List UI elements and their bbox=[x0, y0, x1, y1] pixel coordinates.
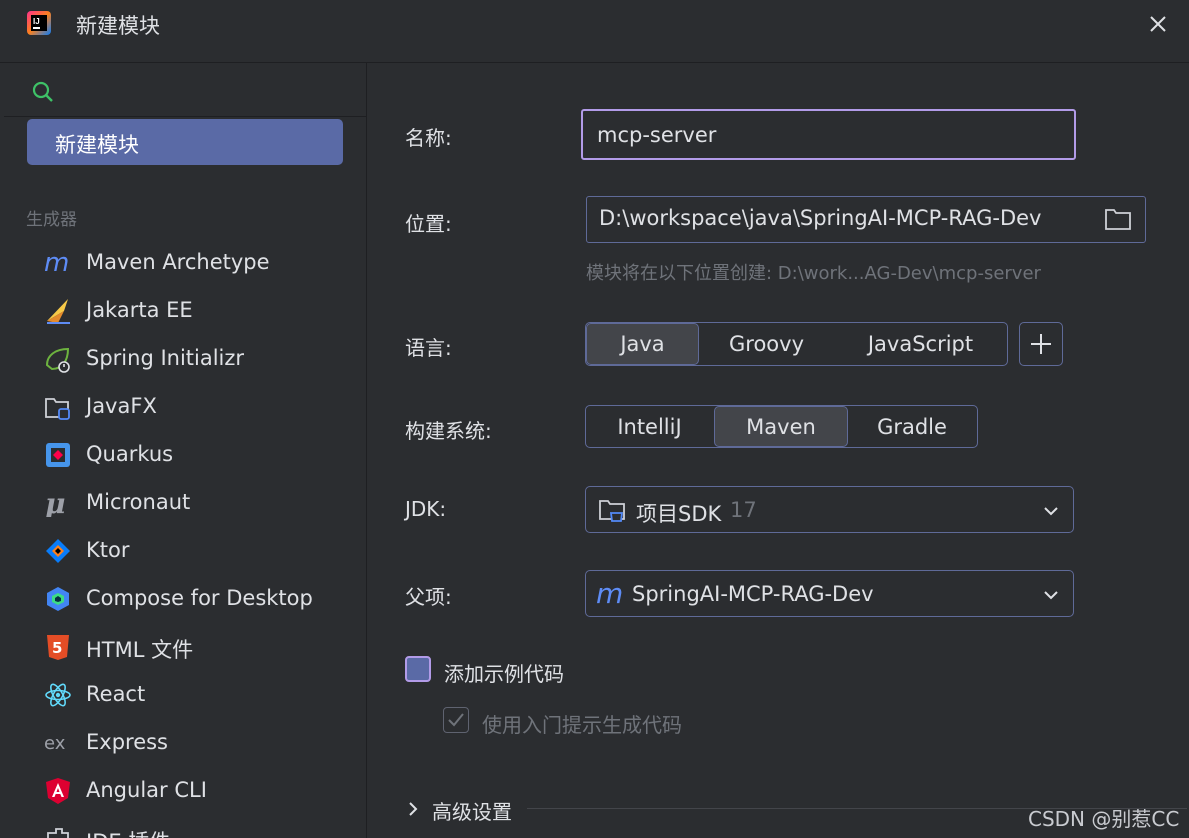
section-label-generators: 生成器 bbox=[26, 210, 77, 230]
sidebar-item-label: Ktor bbox=[86, 538, 130, 562]
react-icon bbox=[45, 683, 71, 707]
intellij-logo-icon: IJ bbox=[27, 11, 51, 35]
plus-icon bbox=[1031, 334, 1051, 354]
title-bar: IJ 新建模块 bbox=[0, 0, 1189, 48]
sidebar-item-spring-initializr[interactable]: Spring Initializr bbox=[44, 343, 364, 375]
folder-icon[interactable] bbox=[1104, 207, 1132, 231]
jdk-value: 项目SDK bbox=[636, 502, 722, 526]
build-option-maven[interactable]: Maven bbox=[714, 406, 848, 447]
location-label: 位置: bbox=[405, 212, 452, 236]
jdk-label: JDK: bbox=[405, 497, 447, 521]
location-value: D:\workspace\java\SpringAI-MCP-RAG-Dev bbox=[599, 206, 1042, 230]
sidebar-item-label: Angular CLI bbox=[86, 778, 207, 802]
onboarding-tips-checkbox[interactable] bbox=[443, 707, 469, 733]
window-title: 新建模块 bbox=[76, 14, 160, 38]
sidebar-item-label: Maven Archetype bbox=[86, 250, 270, 274]
svg-text:μ: μ bbox=[45, 489, 66, 517]
sidebar-item-javafx[interactable]: JavaFX bbox=[44, 391, 364, 423]
language-option-java[interactable]: Java bbox=[586, 323, 699, 365]
angular-icon bbox=[46, 778, 70, 804]
sidebar-item-micronaut[interactable]: μ Micronaut bbox=[44, 487, 364, 519]
svg-text:m: m bbox=[596, 579, 623, 609]
checkmark-icon bbox=[448, 713, 464, 727]
compose-icon bbox=[47, 587, 69, 611]
ktor-icon bbox=[46, 539, 70, 563]
sidebar-item-angular-cli[interactable]: Angular CLI bbox=[44, 775, 364, 807]
spring-icon bbox=[45, 347, 70, 373]
sidebar-item-new-module[interactable]: 新建模块 bbox=[27, 119, 343, 165]
add-language-button[interactable] bbox=[1019, 322, 1063, 366]
chevron-right-icon bbox=[409, 802, 418, 816]
sidebar-item-label: Micronaut bbox=[86, 490, 191, 514]
parent-dropdown[interactable]: m SpringAI-MCP-RAG-Dev bbox=[585, 570, 1074, 617]
jdk-dropdown[interactable]: 项目SDK 17 bbox=[585, 486, 1074, 533]
sidebar-item-label: JavaFX bbox=[86, 394, 157, 418]
sidebar-item-label: HTML 文件 bbox=[86, 638, 194, 662]
build-option-intellij[interactable]: IntelliJ bbox=[586, 406, 714, 447]
sidebar-item-react[interactable]: React bbox=[44, 679, 364, 711]
language-option-javascript[interactable]: JavaScript bbox=[835, 323, 1007, 365]
chevron-down-icon bbox=[1044, 591, 1058, 600]
jdk-version: 17 bbox=[730, 498, 757, 522]
generator-sidebar: 新建模块 生成器 m Maven Archetype Jakarta EE Sp… bbox=[4, 62, 366, 838]
quarkus-icon bbox=[46, 443, 70, 467]
build-option-gradle[interactable]: Gradle bbox=[848, 406, 977, 447]
close-icon[interactable] bbox=[1146, 12, 1170, 36]
module-form: 名称: 位置: D:\workspace\java\SpringAI-MCP-R… bbox=[367, 63, 1189, 838]
name-label: 名称: bbox=[405, 126, 452, 150]
svg-text:5: 5 bbox=[52, 639, 62, 657]
location-hint: 模块将在以下位置创建: D:\work...AG-Dev\mcp-server bbox=[586, 263, 1041, 284]
location-field[interactable]: D:\workspace\java\SpringAI-MCP-RAG-Dev bbox=[586, 196, 1146, 243]
maven-icon: m bbox=[596, 579, 623, 609]
svg-text:m: m bbox=[44, 249, 69, 277]
sidebar-item-label: Express bbox=[86, 730, 169, 754]
sidebar-item-ktor[interactable]: Ktor bbox=[44, 535, 364, 567]
sidebar-item-express[interactable]: ex Express bbox=[44, 727, 364, 759]
add-sample-code-checkbox[interactable] bbox=[405, 656, 431, 682]
add-sample-code-label: 添加示例代码 bbox=[444, 662, 564, 686]
svg-text:IJ: IJ bbox=[33, 17, 40, 26]
sidebar-search[interactable] bbox=[4, 63, 366, 117]
language-option-groovy[interactable]: Groovy bbox=[699, 323, 835, 365]
ide-plugin-icon bbox=[47, 828, 69, 838]
language-segmented-control: Java Groovy JavaScript bbox=[585, 322, 1008, 366]
build-system-label: 构建系统: bbox=[405, 419, 492, 443]
build-system-segmented-control: IntelliJ Maven Gradle bbox=[585, 405, 978, 448]
sidebar-item-label: Jakarta EE bbox=[86, 298, 193, 322]
chevron-down-icon bbox=[1044, 507, 1058, 516]
maven-icon: m bbox=[44, 249, 69, 277]
parent-value: SpringAI-MCP-RAG-Dev bbox=[632, 582, 874, 606]
sidebar-item-jakarta-ee[interactable]: Jakarta EE bbox=[44, 295, 364, 327]
search-icon[interactable] bbox=[30, 79, 56, 105]
micronaut-icon: μ bbox=[45, 489, 66, 517]
sidebar-item-quarkus[interactable]: Quarkus bbox=[44, 439, 364, 471]
sidebar-item-label: Quarkus bbox=[86, 442, 174, 466]
name-input[interactable] bbox=[581, 109, 1076, 160]
jakarta-ee-icon bbox=[47, 299, 70, 324]
express-icon: ex bbox=[44, 733, 66, 754]
onboarding-tips-label: 使用入门提示生成代码 bbox=[482, 713, 682, 737]
parent-label: 父项: bbox=[405, 585, 452, 609]
advanced-settings-label: 高级设置 bbox=[432, 800, 512, 824]
sidebar-item-compose-for-desktop[interactable]: Compose for Desktop bbox=[44, 583, 364, 615]
sidebar-item-maven-archetype[interactable]: m Maven Archetype bbox=[44, 247, 364, 279]
project-sdk-folder-icon bbox=[599, 500, 625, 522]
watermark: CSDN @别惹CC bbox=[1028, 807, 1180, 831]
sidebar-item-ide-plugin[interactable]: IDE 插件 bbox=[44, 823, 364, 838]
html5-icon: 5 bbox=[47, 635, 69, 660]
sidebar-item-label: Spring Initializr bbox=[86, 346, 245, 370]
svg-text:ex: ex bbox=[44, 733, 66, 754]
javafx-folder-icon bbox=[45, 398, 70, 420]
language-label: 语言: bbox=[405, 336, 452, 360]
sidebar-item-label: Compose for Desktop bbox=[86, 586, 313, 610]
sidebar-item-html[interactable]: 5 HTML 文件 bbox=[44, 631, 364, 663]
sidebar-item-label: IDE 插件 bbox=[86, 826, 170, 838]
sidebar-item-label: React bbox=[86, 682, 146, 706]
